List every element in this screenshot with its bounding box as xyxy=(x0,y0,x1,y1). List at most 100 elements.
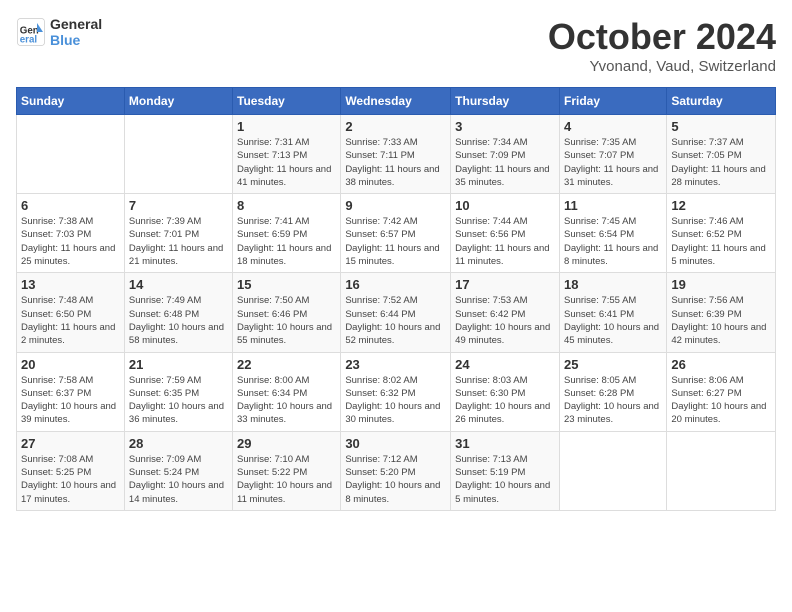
day-number: 6 xyxy=(21,198,120,213)
title-block: October 2024 Yvonand, Vaud, Switzerland xyxy=(548,16,776,75)
calendar-cell: 6Sunrise: 7:38 AMSunset: 7:03 PMDaylight… xyxy=(17,194,125,273)
calendar-cell: 13Sunrise: 7:48 AMSunset: 6:50 PMDayligh… xyxy=(17,273,125,352)
day-number: 7 xyxy=(129,198,228,213)
day-number: 19 xyxy=(671,277,771,292)
logo-icon: Gen eral xyxy=(16,17,46,47)
day-info: Sunrise: 7:56 AMSunset: 6:39 PMDaylight:… xyxy=(671,294,771,347)
day-number: 4 xyxy=(564,119,662,134)
logo-text-line1: General xyxy=(50,16,102,32)
day-number: 21 xyxy=(129,357,228,372)
calendar-cell xyxy=(17,115,125,194)
calendar-cell: 27 Sunrise: 7:08 AMSunset: 5:25 PMDayligh… xyxy=(17,431,125,510)
week-row-2: 6Sunrise: 7:38 AMSunset: 7:03 PMDaylight… xyxy=(17,194,776,273)
day-number: 27 xyxy=(21,436,120,451)
calendar-cell: 7 Sunrise: 7:39 AMSunset: 7:01 PMDaylight… xyxy=(124,194,232,273)
header-monday: Monday xyxy=(124,88,232,115)
day-info: Sunrise: 7:37 AMSunset: 7:05 PMDaylight:… xyxy=(671,136,771,189)
day-info: Sunrise: 7:33 AMSunset: 7:11 PMDaylight:… xyxy=(345,136,446,189)
day-number: 3 xyxy=(455,119,555,134)
day-info: Sunrise: 7:08 AMSunset: 5:25 PMDaylight:… xyxy=(21,453,120,506)
day-number: 12 xyxy=(671,198,771,213)
day-info: Sunrise: 7:48 AMSunset: 6:50 PMDaylight:… xyxy=(21,294,120,347)
day-number: 14 xyxy=(129,277,228,292)
calendar-cell: 28Sunrise: 7:09 AMSunset: 5:24 PMDayligh… xyxy=(124,431,232,510)
calendar-cell: 18 Sunrise: 7:55 AMSunset: 6:41 PMDayligh… xyxy=(559,273,666,352)
day-info: Sunrise: 7:44 AMSunset: 6:56 PMDaylight:… xyxy=(455,215,555,268)
day-number: 20 xyxy=(21,357,120,372)
day-info: Sunrise: 8:05 AMSunset: 6:28 PMDaylight:… xyxy=(564,374,662,427)
day-number: 25 xyxy=(564,357,662,372)
week-row-4: 20Sunrise: 7:58 AMSunset: 6:37 PMDayligh… xyxy=(17,352,776,431)
calendar-cell: 1 Sunrise: 7:31 AMSunset: 7:13 PMDaylight… xyxy=(233,115,341,194)
header-friday: Friday xyxy=(559,88,666,115)
week-row-5: 27 Sunrise: 7:08 AMSunset: 5:25 PMDayligh… xyxy=(17,431,776,510)
day-info: Sunrise: 7:35 AMSunset: 7:07 PMDaylight:… xyxy=(564,136,662,189)
calendar-cell: 30 Sunrise: 7:12 AMSunset: 5:20 PMDayligh… xyxy=(341,431,451,510)
day-number: 11 xyxy=(564,198,662,213)
week-row-3: 13Sunrise: 7:48 AMSunset: 6:50 PMDayligh… xyxy=(17,273,776,352)
day-info: Sunrise: 7:52 AMSunset: 6:44 PMDaylight:… xyxy=(345,294,446,347)
day-info: Sunrise: 8:06 AMSunset: 6:27 PMDaylight:… xyxy=(671,374,771,427)
calendar-cell: 20Sunrise: 7:58 AMSunset: 6:37 PMDayligh… xyxy=(17,352,125,431)
day-info: Sunrise: 7:46 AMSunset: 6:52 PMDaylight:… xyxy=(671,215,771,268)
day-info: Sunrise: 7:09 AMSunset: 5:24 PMDaylight:… xyxy=(129,453,228,506)
calendar-cell: 17Sunrise: 7:53 AMSunset: 6:42 PMDayligh… xyxy=(451,273,560,352)
calendar-cell: 5 Sunrise: 7:37 AMSunset: 7:05 PMDaylight… xyxy=(667,115,776,194)
calendar-cell: 29Sunrise: 7:10 AMSunset: 5:22 PMDayligh… xyxy=(233,431,341,510)
header-saturday: Saturday xyxy=(667,88,776,115)
day-info: Sunrise: 7:13 AMSunset: 5:19 PMDaylight:… xyxy=(455,453,555,506)
day-number: 15 xyxy=(237,277,336,292)
location: Yvonand, Vaud, Switzerland xyxy=(548,58,776,75)
day-number: 1 xyxy=(237,119,336,134)
calendar-cell: 10 Sunrise: 7:44 AMSunset: 6:56 PMDayligh… xyxy=(451,194,560,273)
day-info: Sunrise: 7:39 AMSunset: 7:01 PMDaylight:… xyxy=(129,215,228,268)
svg-text:eral: eral xyxy=(20,35,38,46)
day-number: 5 xyxy=(671,119,771,134)
calendar-cell: 12 Sunrise: 7:46 AMSunset: 6:52 PMDayligh… xyxy=(667,194,776,273)
day-info: Sunrise: 7:53 AMSunset: 6:42 PMDaylight:… xyxy=(455,294,555,347)
day-info: Sunrise: 7:41 AMSunset: 6:59 PMDaylight:… xyxy=(237,215,336,268)
day-number: 10 xyxy=(455,198,555,213)
day-info: Sunrise: 7:59 AMSunset: 6:35 PMDaylight:… xyxy=(129,374,228,427)
day-number: 24 xyxy=(455,357,555,372)
calendar-header-row: SundayMondayTuesdayWednesdayThursdayFrid… xyxy=(17,88,776,115)
calendar-cell: 22 Sunrise: 8:00 AMSunset: 6:34 PMDayligh… xyxy=(233,352,341,431)
day-info: Sunrise: 8:00 AMSunset: 6:34 PMDaylight:… xyxy=(237,374,336,427)
week-row-1: 1 Sunrise: 7:31 AMSunset: 7:13 PMDaylight… xyxy=(17,115,776,194)
calendar-cell xyxy=(124,115,232,194)
calendar-cell xyxy=(667,431,776,510)
day-number: 23 xyxy=(345,357,446,372)
calendar-cell: 24 Sunrise: 8:03 AMSunset: 6:30 PMDayligh… xyxy=(451,352,560,431)
calendar-cell: 25 Sunrise: 8:05 AMSunset: 6:28 PMDayligh… xyxy=(559,352,666,431)
logo: Gen eral General Blue xyxy=(16,16,102,48)
header-sunday: Sunday xyxy=(17,88,125,115)
calendar-cell: 23 Sunrise: 8:02 AMSunset: 6:32 PMDayligh… xyxy=(341,352,451,431)
day-info: Sunrise: 8:02 AMSunset: 6:32 PMDaylight:… xyxy=(345,374,446,427)
day-number: 8 xyxy=(237,198,336,213)
calendar-cell: 26 Sunrise: 8:06 AMSunset: 6:27 PMDayligh… xyxy=(667,352,776,431)
page-header: Gen eral General Blue October 2024 Yvona… xyxy=(16,16,776,75)
day-number: 22 xyxy=(237,357,336,372)
day-info: Sunrise: 7:49 AMSunset: 6:48 PMDaylight:… xyxy=(129,294,228,347)
day-info: Sunrise: 7:12 AMSunset: 5:20 PMDaylight:… xyxy=(345,453,446,506)
day-number: 26 xyxy=(671,357,771,372)
calendar-cell: 3Sunrise: 7:34 AMSunset: 7:09 PMDaylight… xyxy=(451,115,560,194)
calendar-table: SundayMondayTuesdayWednesdayThursdayFrid… xyxy=(16,87,776,511)
day-number: 29 xyxy=(237,436,336,451)
calendar-cell: 21 Sunrise: 7:59 AMSunset: 6:35 PMDayligh… xyxy=(124,352,232,431)
day-info: Sunrise: 8:03 AMSunset: 6:30 PMDaylight:… xyxy=(455,374,555,427)
calendar-cell: 19 Sunrise: 7:56 AMSunset: 6:39 PMDayligh… xyxy=(667,273,776,352)
day-number: 18 xyxy=(564,277,662,292)
day-info: Sunrise: 7:45 AMSunset: 6:54 PMDaylight:… xyxy=(564,215,662,268)
day-number: 30 xyxy=(345,436,446,451)
calendar-cell: 4 Sunrise: 7:35 AMSunset: 7:07 PMDaylight… xyxy=(559,115,666,194)
day-info: Sunrise: 7:31 AMSunset: 7:13 PMDaylight:… xyxy=(237,136,336,189)
day-info: Sunrise: 7:55 AMSunset: 6:41 PMDaylight:… xyxy=(564,294,662,347)
calendar-cell xyxy=(559,431,666,510)
calendar-cell: 9Sunrise: 7:42 AMSunset: 6:57 PMDaylight… xyxy=(341,194,451,273)
day-number: 16 xyxy=(345,277,446,292)
day-info: Sunrise: 7:50 AMSunset: 6:46 PMDaylight:… xyxy=(237,294,336,347)
calendar-cell: 11 Sunrise: 7:45 AMSunset: 6:54 PMDayligh… xyxy=(559,194,666,273)
day-number: 9 xyxy=(345,198,446,213)
calendar-cell: 31Sunrise: 7:13 AMSunset: 5:19 PMDayligh… xyxy=(451,431,560,510)
